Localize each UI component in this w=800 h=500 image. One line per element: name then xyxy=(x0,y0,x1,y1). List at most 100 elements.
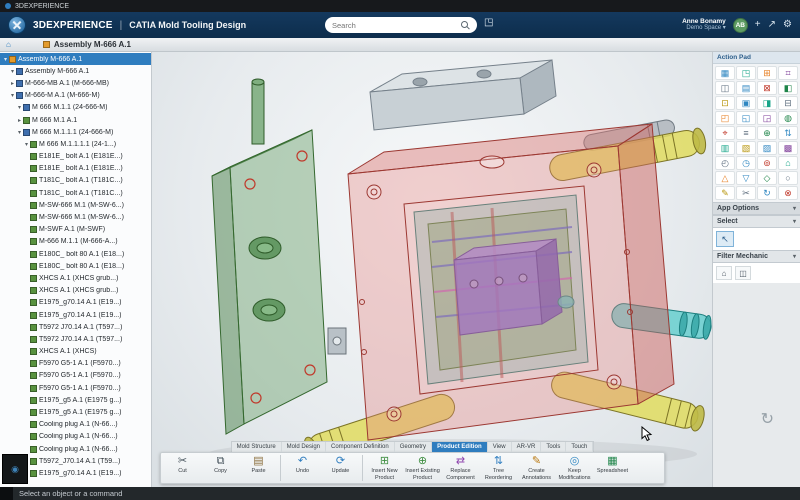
avatar[interactable]: AB xyxy=(733,18,748,33)
robot-thumbnail-widget[interactable]: ◉ xyxy=(2,454,28,484)
expander-icon[interactable]: ▸ xyxy=(9,80,16,87)
global-search[interactable] xyxy=(325,17,477,33)
action-pad-icon[interactable]: ◨ xyxy=(757,96,777,110)
action-pad-icon[interactable]: ◱ xyxy=(736,111,756,125)
expander-icon[interactable]: ▾ xyxy=(2,56,9,63)
action-pad-icon[interactable]: ◍ xyxy=(778,111,798,125)
tree-item[interactable]: T5972 J70.14 A.1 (T597...) xyxy=(0,321,151,333)
copy-button[interactable]: ⧉Copy xyxy=(202,455,239,474)
create-annotations-button[interactable]: ✎Create Annotations xyxy=(518,455,555,481)
action-pad-icon[interactable]: ▧ xyxy=(736,141,756,155)
action-pad-icon[interactable]: ↻ xyxy=(757,186,777,200)
clamp-plate[interactable] xyxy=(370,60,556,130)
breadcrumb-title[interactable]: Assembly M-666 A.1 xyxy=(54,40,131,49)
tree-item[interactable]: ▾M 666 M.1.1.1 (24-666-M) xyxy=(0,126,151,138)
expander-icon[interactable]: ▸ xyxy=(16,117,23,124)
tree-item[interactable]: XHCS A.1 (XHCS grub...) xyxy=(0,285,151,297)
tree-item[interactable]: E181E_ bolt A.1 (E181E...) xyxy=(0,151,151,163)
tree-item[interactable]: E1975_g5 A.1 (E1975 g...) xyxy=(0,406,151,418)
replace-component-button[interactable]: ⇄Replace Component xyxy=(442,455,479,481)
tree-reordering-button[interactable]: ⇅Tree Reordering xyxy=(480,455,517,481)
tree-item[interactable]: XHCS A.1 (XHCS) xyxy=(0,346,151,358)
spreadsheet-button[interactable]: ▦Spreadsheet xyxy=(594,455,631,474)
tree-item[interactable]: T181C_ bolt A.1 (T181C...) xyxy=(0,187,151,199)
tab-ar-vr[interactable]: AR-VR xyxy=(512,442,542,452)
tree-item[interactable]: T181C_ bolt A.1 (T181C...) xyxy=(0,175,151,187)
home-icon[interactable]: ⌂ xyxy=(6,40,11,49)
cavity-plate[interactable] xyxy=(348,124,674,440)
action-pad-title[interactable]: Action Pad xyxy=(713,52,800,64)
select-section-header[interactable]: Select ▾ xyxy=(713,215,800,228)
action-pad-icon[interactable]: ▨ xyxy=(757,141,777,155)
tab-component-definition[interactable]: Component Definition xyxy=(326,442,395,452)
add-icon[interactable]: + xyxy=(755,20,761,30)
tree-item[interactable]: ▾Assembly M-666 A.1 xyxy=(0,53,151,65)
action-pad-icon[interactable]: ▦ xyxy=(715,66,735,80)
action-pad-icon[interactable]: ⌗ xyxy=(778,66,798,80)
3ds-compass-icon[interactable] xyxy=(8,16,26,34)
tag-icon[interactable]: ◳ xyxy=(484,17,493,28)
search-icon[interactable] xyxy=(461,21,470,30)
action-pad-icon[interactable]: ▩ xyxy=(778,141,798,155)
tree-item[interactable]: ▾M-666-M A.1 (M-666-M) xyxy=(0,90,151,102)
paste-button[interactable]: ▤Paste xyxy=(240,455,277,474)
action-pad-icon[interactable]: ▥ xyxy=(715,141,735,155)
tree-item[interactable]: M-SW-666 M.1 (M-SW-6...) xyxy=(0,211,151,223)
tree-item[interactable]: E180C_ bolt 80 A.1 (E18...) xyxy=(0,260,151,272)
tree-item[interactable]: ▾M 666 M.1.1 (24-666-M) xyxy=(0,102,151,114)
tab-mold-structure[interactable]: Mold Structure xyxy=(232,442,282,452)
tab-geometry[interactable]: Geometry xyxy=(395,442,432,452)
tree-item[interactable]: E1975_g70.14 A.1 (E19...) xyxy=(0,297,151,309)
tree-item[interactable]: F5970 G5-1 A.1 (F5970...) xyxy=(0,382,151,394)
action-pad-icon[interactable]: ⊕ xyxy=(757,126,777,140)
settings-icon[interactable]: ⚙ xyxy=(783,20,792,30)
mold-assembly-render[interactable] xyxy=(152,52,712,487)
undo-button[interactable]: ↶Undo xyxy=(284,455,321,474)
tree-item[interactable]: ▸M-666-MB A.1 (M-666-MB) xyxy=(0,77,151,89)
tree-item[interactable]: E181E_ bolt A.1 (E181E...) xyxy=(0,163,151,175)
action-pad-icon[interactable]: ◷ xyxy=(736,156,756,170)
action-pad-icon[interactable]: ◴ xyxy=(715,156,735,170)
action-pad-icon[interactable]: ◲ xyxy=(757,111,777,125)
action-pad-icon[interactable]: ≡ xyxy=(736,126,756,140)
expander-icon[interactable]: ▾ xyxy=(23,141,30,148)
share-icon[interactable]: ↗ xyxy=(768,20,776,30)
tree-item[interactable]: T5972 J70.14 A.1 (T597...) xyxy=(0,333,151,345)
tab-mold-design[interactable]: Mold Design xyxy=(282,442,326,452)
select-cursor-tool[interactable]: ↖ xyxy=(716,231,734,247)
tree-item[interactable]: F5970 G5-1 A.1 (F5970...) xyxy=(0,370,151,382)
expander-icon[interactable]: ▾ xyxy=(9,68,16,75)
action-pad-icon[interactable]: ⌖ xyxy=(715,126,735,140)
action-pad-icon[interactable]: ▽ xyxy=(736,171,756,185)
expander-icon[interactable]: ▾ xyxy=(16,104,23,111)
filter-icon[interactable]: ⌂ xyxy=(716,266,732,280)
tab-view[interactable]: View xyxy=(488,442,512,452)
action-pad-icon[interactable]: ▤ xyxy=(736,81,756,95)
action-pad-icon[interactable]: ◇ xyxy=(757,171,777,185)
status-corner-icon[interactable] xyxy=(0,487,13,500)
action-pad-icon[interactable]: ◫ xyxy=(715,81,735,95)
cut-button[interactable]: ✂Cut xyxy=(164,455,201,474)
tree-item[interactable]: Cooling plug A.1 (N-66...) xyxy=(0,419,151,431)
3d-viewport[interactable] xyxy=(152,52,712,487)
search-input[interactable] xyxy=(332,21,457,30)
insert-existing-product-button[interactable]: ⊕Insert Existing Product xyxy=(404,455,441,481)
tab-tools[interactable]: Tools xyxy=(541,442,566,452)
tab-product-edition[interactable]: Product Edition xyxy=(432,442,488,452)
action-pad-icon[interactable]: ✎ xyxy=(715,186,735,200)
action-pad-icon[interactable]: ⇅ xyxy=(778,126,798,140)
back-plate[interactable] xyxy=(212,79,327,434)
tree-item[interactable]: E1975_g70.14 A.1 (E19...) xyxy=(0,309,151,321)
tree-item[interactable]: E180C_ bolt 80 A.1 (E18...) xyxy=(0,248,151,260)
tree-item[interactable]: ▾Assembly M-666 A.1 xyxy=(0,65,151,77)
action-pad-icon[interactable]: ◰ xyxy=(715,111,735,125)
tree-item[interactable]: XHCS A.1 (XHCS grub...) xyxy=(0,272,151,284)
action-pad-icon[interactable]: ⊚ xyxy=(757,156,777,170)
action-pad-icon[interactable]: ✂ xyxy=(736,186,756,200)
expander-icon[interactable]: ▾ xyxy=(16,129,23,136)
tree-item[interactable]: Cooling plug A.1 (N-66...) xyxy=(0,431,151,443)
action-pad-icon[interactable]: ⊟ xyxy=(778,96,798,110)
rotate-view-widget[interactable]: ↻ xyxy=(761,409,774,429)
action-pad-icon[interactable]: ⌂ xyxy=(778,156,798,170)
action-pad-icon[interactable]: ⊞ xyxy=(757,66,777,80)
